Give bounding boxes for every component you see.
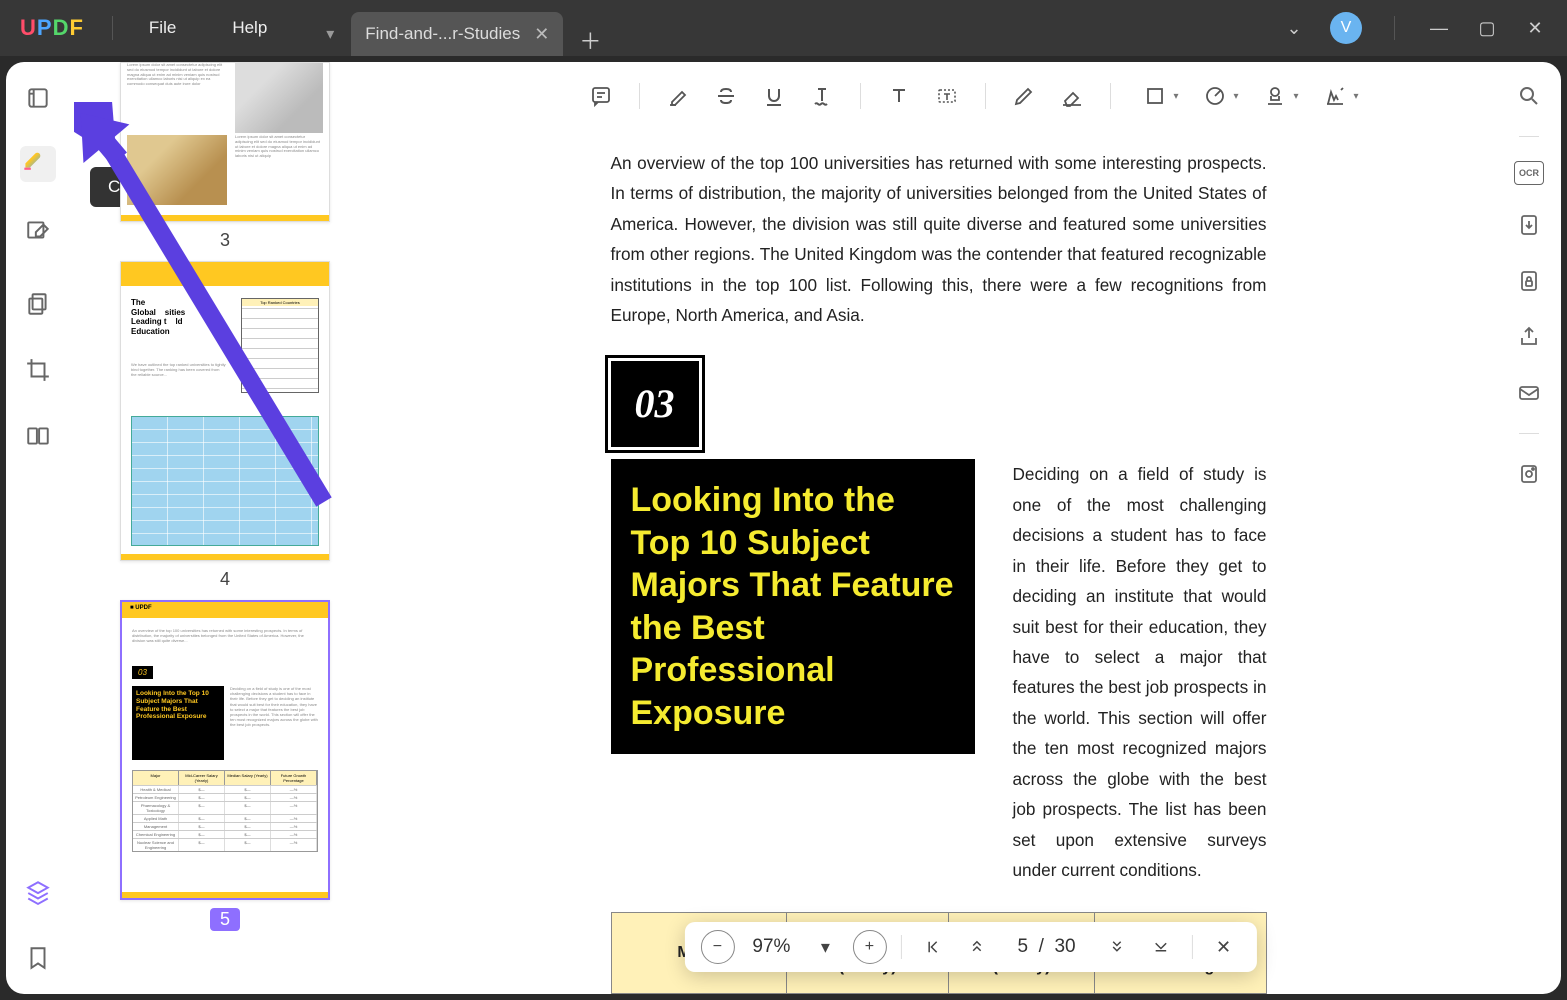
section-number: 03 bbox=[611, 361, 699, 448]
thumbnail-label: 3 bbox=[220, 230, 230, 251]
underline-tool[interactable] bbox=[752, 74, 796, 118]
thumbnail-label: 5 bbox=[210, 908, 240, 931]
share-icon[interactable] bbox=[1513, 321, 1545, 353]
bottom-nav-bar: − 97% ▾ + 5 / 30 ✕ bbox=[684, 922, 1256, 972]
maximize-button[interactable]: ▢ bbox=[1475, 18, 1499, 39]
app-logo: UPDF bbox=[20, 15, 84, 41]
prev-page-button[interactable] bbox=[959, 930, 993, 964]
reader-tool[interactable] bbox=[20, 80, 56, 116]
ocr-icon[interactable]: OCR bbox=[1514, 161, 1544, 185]
next-page-button[interactable] bbox=[1100, 930, 1134, 964]
comment-tool[interactable] bbox=[20, 146, 56, 182]
search-icon[interactable] bbox=[1513, 80, 1545, 112]
textbox-tool[interactable] bbox=[925, 74, 969, 118]
zoom-dropdown[interactable]: ▾ bbox=[808, 930, 842, 964]
edit-tool[interactable] bbox=[20, 212, 56, 248]
text-tool[interactable] bbox=[877, 74, 921, 118]
print-icon[interactable] bbox=[1513, 458, 1545, 490]
pencil-tool[interactable] bbox=[1002, 74, 1046, 118]
highlight-tool[interactable] bbox=[656, 74, 700, 118]
section-body: Deciding on a field of study is one of t… bbox=[1013, 459, 1267, 885]
document-area: ▾ ▾ ▾ ▾ An overview of the top 100 unive… bbox=[380, 62, 1561, 994]
new-tab-button[interactable]: ＋ bbox=[563, 24, 617, 56]
thumbnail-3[interactable]: Lorem ipsum dolor sit amet consectetur a… bbox=[120, 62, 330, 251]
document-tab[interactable]: Find-and-...r-Studies ✕ bbox=[351, 12, 563, 56]
organize-pages-tool[interactable] bbox=[20, 286, 56, 322]
convert-icon[interactable] bbox=[1513, 209, 1545, 241]
dropdown-icon[interactable]: ⌄ bbox=[1282, 18, 1306, 39]
annotation-toolbar: ▾ ▾ ▾ ▾ bbox=[571, 66, 1371, 126]
titlebar: UPDF File Help ▾ Find-and-...r-Studies ✕… bbox=[0, 0, 1567, 56]
tab-title: Find-and-...r-Studies bbox=[365, 24, 520, 44]
first-page-button[interactable] bbox=[915, 930, 949, 964]
menu-help[interactable]: Help bbox=[204, 18, 295, 38]
squiggly-tool[interactable] bbox=[800, 74, 844, 118]
left-toolbar: Comment bbox=[6, 62, 70, 994]
email-icon[interactable] bbox=[1513, 377, 1545, 409]
shape-tool[interactable]: ▾ bbox=[1127, 74, 1183, 118]
crop-tool[interactable] bbox=[20, 352, 56, 388]
compare-tool[interactable] bbox=[20, 418, 56, 454]
thumbnail-5[interactable]: ■ UPDF An overview of the top 100 univer… bbox=[120, 600, 330, 931]
thumbnail-label: 4 bbox=[220, 569, 230, 590]
menu-file[interactable]: File bbox=[121, 18, 204, 38]
stamp-tool[interactable]: ▾ bbox=[1247, 74, 1303, 118]
minimize-button[interactable]: — bbox=[1427, 18, 1451, 39]
right-toolbar: OCR bbox=[1497, 62, 1561, 994]
last-page-button[interactable] bbox=[1144, 930, 1178, 964]
strikethrough-tool[interactable] bbox=[704, 74, 748, 118]
bookmark-tool[interactable] bbox=[20, 940, 56, 976]
tab-close-icon[interactable]: ✕ bbox=[534, 24, 549, 45]
user-avatar[interactable]: V bbox=[1330, 12, 1362, 44]
close-button[interactable]: ✕ bbox=[1523, 18, 1547, 39]
intro-paragraph: An overview of the top 100 universities … bbox=[611, 148, 1267, 331]
tab-list-dropdown[interactable]: ▾ bbox=[315, 12, 345, 56]
zoom-out-button[interactable]: − bbox=[700, 930, 734, 964]
thumbnail-4[interactable]: TheGlobal sitiesLeading t ldEducation We… bbox=[120, 261, 330, 590]
zoom-in-button[interactable]: + bbox=[852, 930, 886, 964]
protect-icon[interactable] bbox=[1513, 265, 1545, 297]
signature-tool[interactable]: ▾ bbox=[1307, 74, 1363, 118]
note-tool[interactable] bbox=[579, 74, 623, 118]
zoom-level: 97% bbox=[744, 936, 798, 958]
page-indicator[interactable]: 5 / 30 bbox=[1003, 936, 1089, 958]
close-bar-button[interactable]: ✕ bbox=[1207, 930, 1241, 964]
layers-tool[interactable] bbox=[20, 874, 56, 910]
sticker-tool[interactable]: ▾ bbox=[1187, 74, 1243, 118]
section-heading: Looking Into the Top 10 Subject Majors T… bbox=[611, 459, 975, 754]
eraser-tool[interactable] bbox=[1050, 74, 1094, 118]
document-page: An overview of the top 100 universities … bbox=[553, 126, 1325, 914]
